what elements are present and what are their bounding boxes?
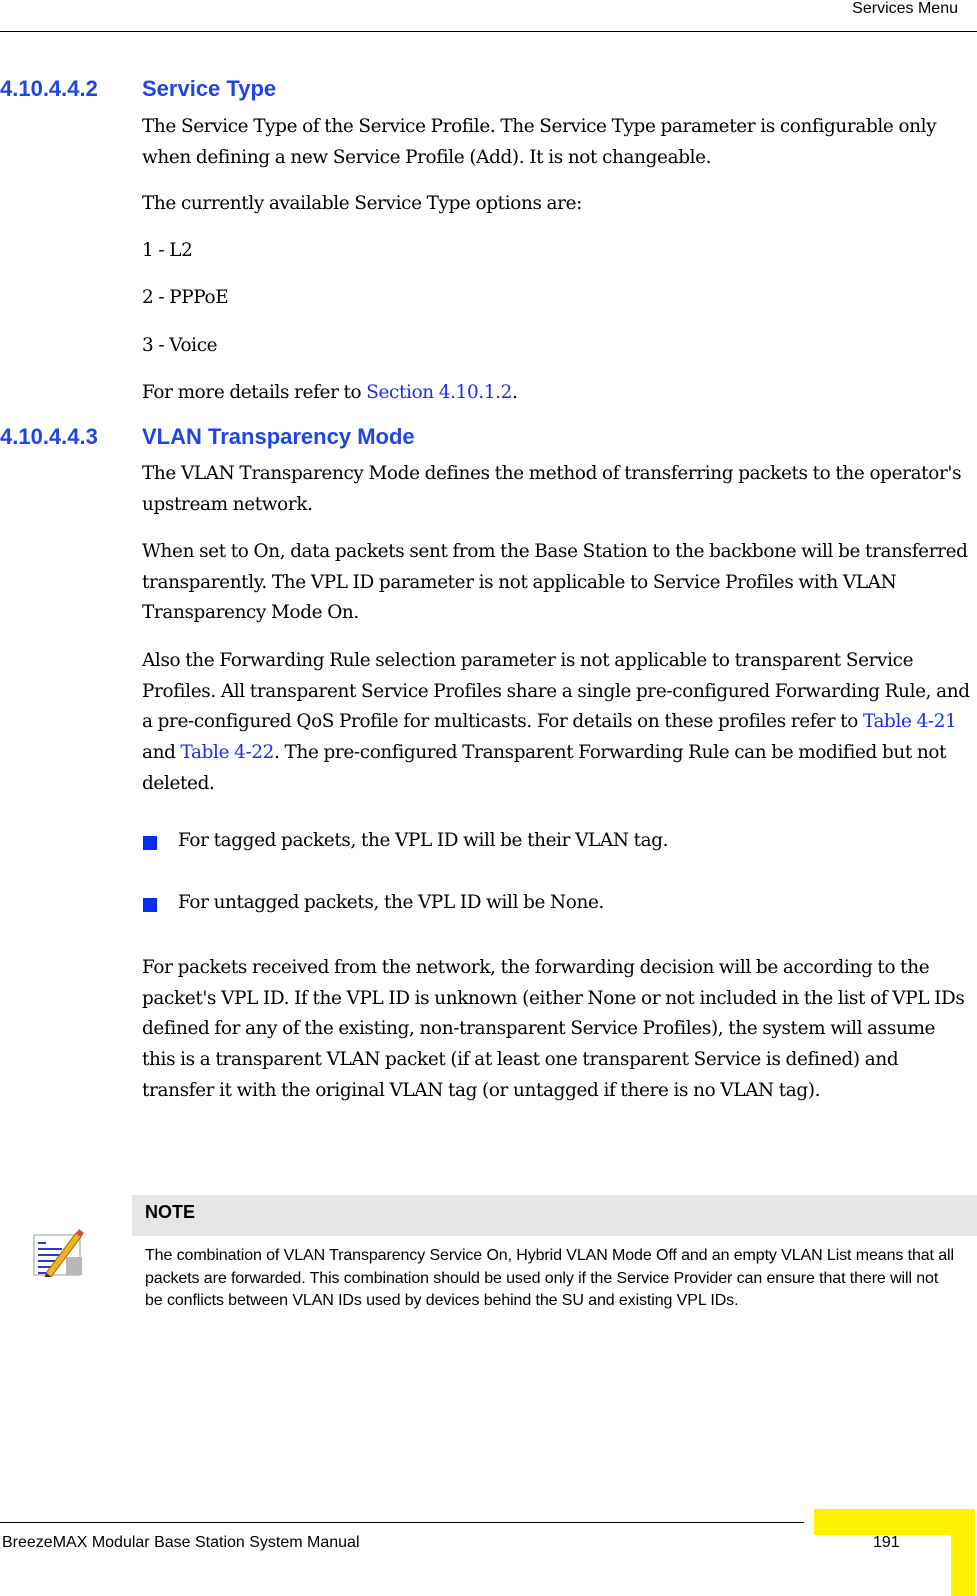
para-3-text-2: and	[142, 742, 181, 764]
section-number: 4.10.4.4.2	[0, 76, 98, 101]
more-details-paragraph: For more details refer to Section 4.10.1…	[142, 378, 972, 409]
service-type-option-2: 2 - PPPoE	[142, 287, 229, 308]
section-title: Service Type	[142, 76, 277, 101]
bullet-square-icon	[143, 836, 157, 850]
vlan-transparency-para-2: When set to On, data packets sent from t…	[142, 541, 968, 624]
table-4-22-link[interactable]: Table 4-22	[181, 742, 275, 763]
vlan-transparency-para-4: For packets received from the network, t…	[142, 957, 965, 1101]
bullet-item-tagged: For tagged packets, the VPL ID will be t…	[178, 830, 669, 851]
section-heading-vlan-transparency-mode: 4.10.4.4.3 VLAN Transparency Mode	[0, 424, 415, 450]
more-details-suffix: .	[512, 382, 518, 403]
section-4-10-1-2-link[interactable]: Section 4.10.1.2	[366, 382, 512, 403]
page-number: 191	[873, 1534, 900, 1551]
section-number: 4.10.4.4.3	[0, 424, 98, 449]
footer-rule	[0, 1522, 804, 1523]
header-rule	[0, 31, 977, 32]
section-heading-service-type: 4.10.4.4.2 Service Type	[0, 76, 276, 102]
vlan-transparency-para-1: The VLAN Transparency Mode defines the m…	[142, 463, 962, 515]
vlan-transparency-para-3: Also the Forwarding Rule selection param…	[142, 646, 972, 800]
table-4-21-link[interactable]: Table 4-21	[863, 711, 957, 732]
note-label: NOTE	[145, 1202, 196, 1222]
para-3-text-1: Also the Forwarding Rule selection param…	[142, 650, 970, 733]
bullet-square-icon	[143, 898, 157, 912]
service-type-options-intro: The currently available Service Type opt…	[142, 193, 582, 214]
section-title: VLAN Transparency Mode	[142, 424, 415, 449]
running-header-title: Services Menu	[852, 0, 958, 17]
note-text: The combination of VLAN Transparency Ser…	[145, 1247, 954, 1309]
more-details-prefix: For more details refer to	[142, 382, 367, 403]
corner-accent-side	[951, 1509, 975, 1596]
bullet-item-untagged: For untagged packets, the VPL ID will be…	[178, 892, 605, 913]
service-type-intro: The Service Type of the Service Profile.…	[142, 116, 937, 168]
service-type-option-1: 1 - L2	[142, 240, 193, 261]
service-type-option-3: 3 - Voice	[142, 335, 218, 356]
note-header-bar: NOTE	[132, 1195, 977, 1236]
footer-manual-title: BreezeMAX Modular Base Station System Ma…	[2, 1534, 360, 1551]
note-pencil-icon	[32, 1227, 86, 1279]
